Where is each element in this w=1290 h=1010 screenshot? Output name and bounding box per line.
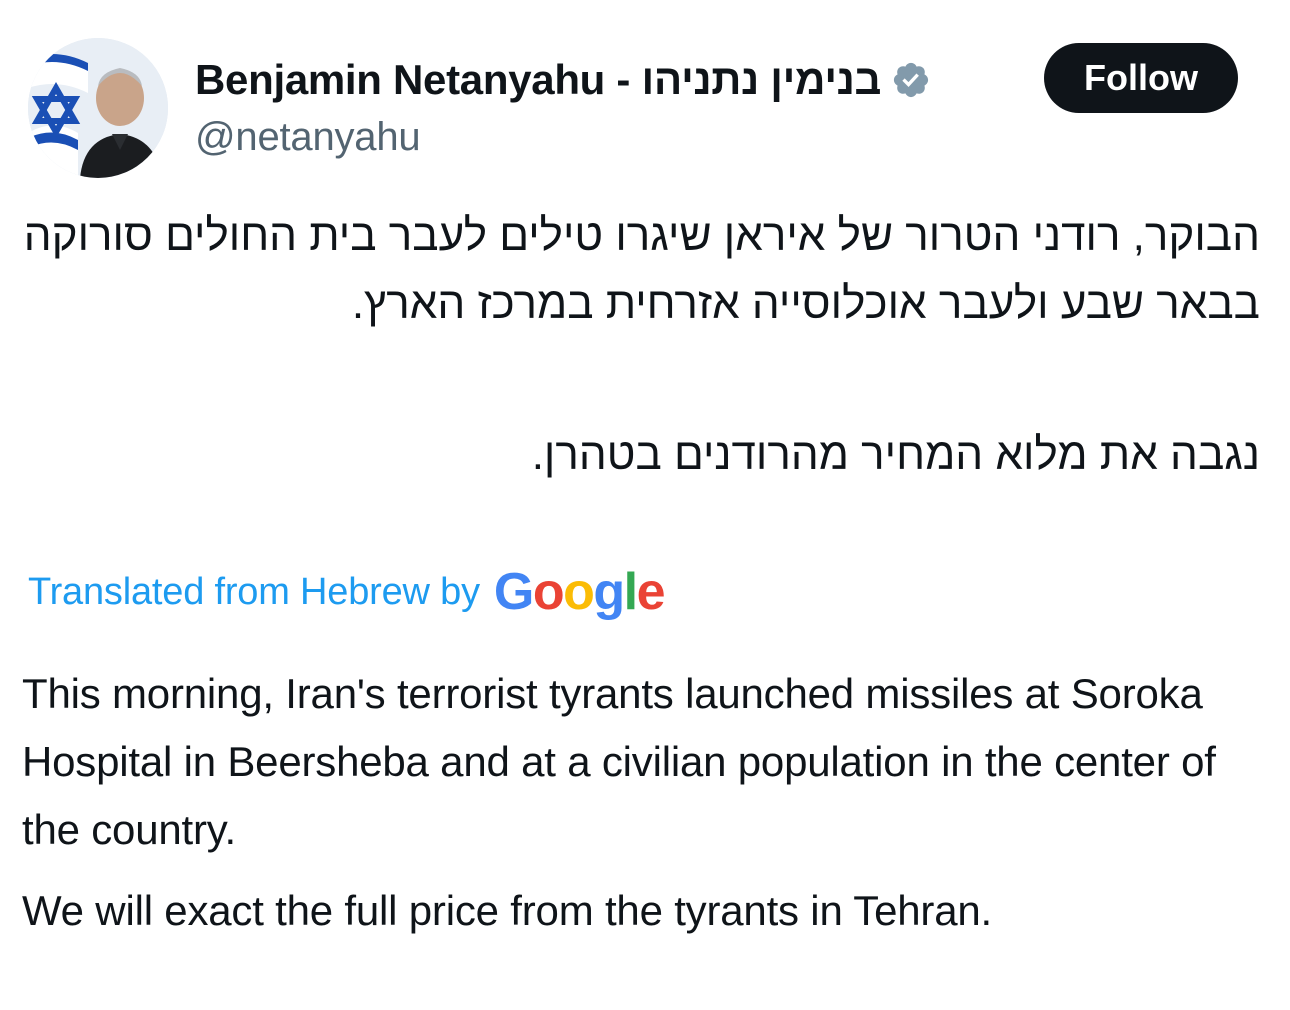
translation-attribution[interactable]: Translated from Hebrew by Google [28, 560, 666, 624]
tweet-english-paragraph-1: This morning, Iran's terrorist tyrants l… [22, 670, 1216, 853]
tweet-english-paragraph-2: We will exact the full price from the ty… [22, 887, 992, 934]
author-handle[interactable]: @netanyahu [195, 115, 421, 160]
tweet-card: Benjamin Netanyahu - בנימין נתניהו @neta… [0, 0, 1290, 1010]
author-avatar[interactable] [28, 38, 168, 178]
avatar-image [28, 38, 168, 178]
author-display-name[interactable]: Benjamin Netanyahu - בנימין נתניהו [195, 56, 881, 104]
tweet-hebrew-paragraph-1: הבוקר, רודני הטרור של איראן שיגרו טילים … [23, 211, 1260, 328]
translation-label[interactable]: Translated from Hebrew by [28, 571, 480, 614]
tweet-hebrew-paragraph-2: נגבה את מלוא המחיר מהרודנים בטהרן. [531, 430, 1260, 479]
verified-badge-icon [891, 60, 931, 100]
author-name-row: Benjamin Netanyahu - בנימין נתניהו [195, 52, 931, 108]
google-logo: Google [493, 563, 666, 621]
follow-button[interactable]: Follow [1044, 43, 1238, 113]
